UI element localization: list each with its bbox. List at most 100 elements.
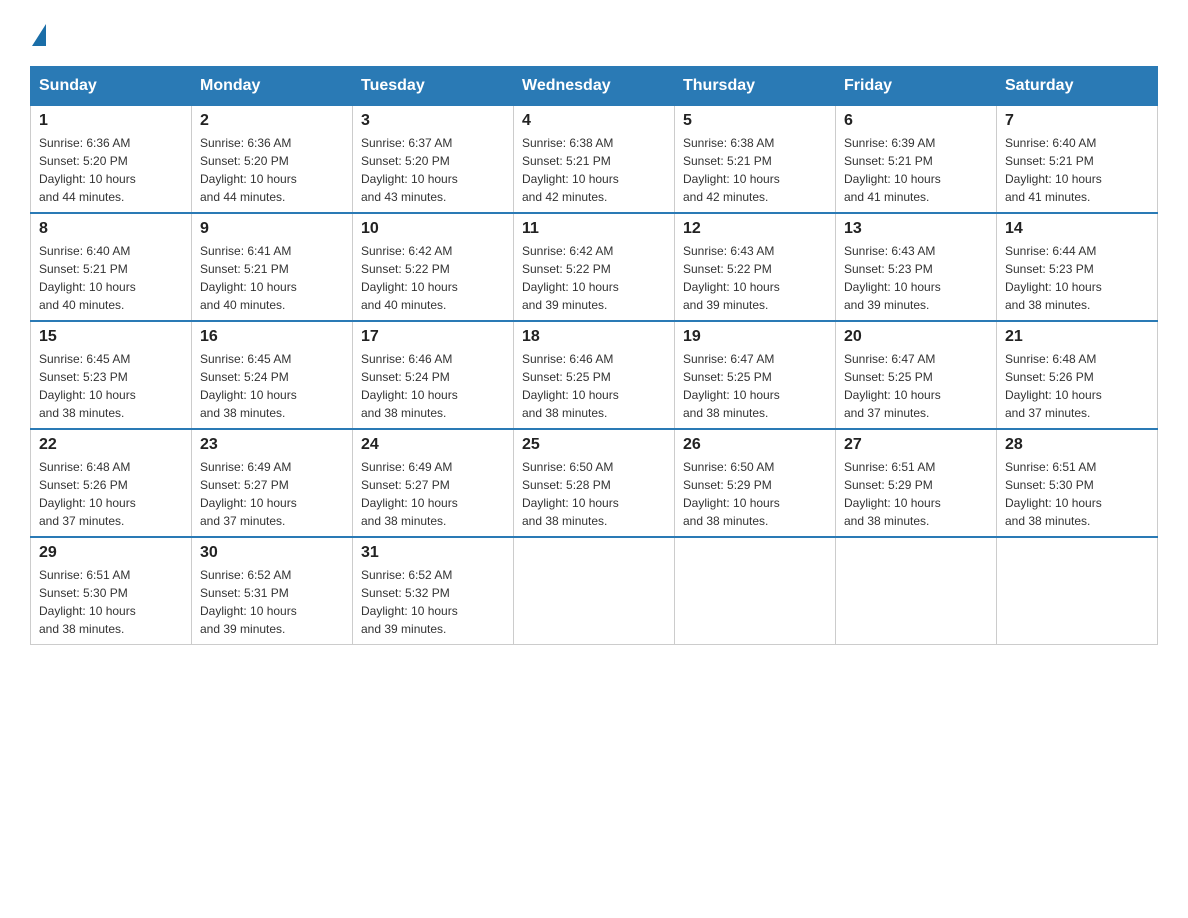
calendar-header-saturday: Saturday <box>997 67 1158 106</box>
calendar-cell <box>514 537 675 645</box>
calendar-cell: 23 Sunrise: 6:49 AM Sunset: 5:27 PM Dayl… <box>192 429 353 537</box>
calendar-cell: 10 Sunrise: 6:42 AM Sunset: 5:22 PM Dayl… <box>353 213 514 321</box>
day-number: 29 <box>39 544 183 562</box>
calendar-cell: 29 Sunrise: 6:51 AM Sunset: 5:30 PM Dayl… <box>31 537 192 645</box>
day-info: Sunrise: 6:41 AM Sunset: 5:21 PM Dayligh… <box>200 242 344 314</box>
calendar-cell: 28 Sunrise: 6:51 AM Sunset: 5:30 PM Dayl… <box>997 429 1158 537</box>
day-number: 15 <box>39 328 183 346</box>
calendar-week-row: 8 Sunrise: 6:40 AM Sunset: 5:21 PM Dayli… <box>31 213 1158 321</box>
calendar-cell <box>675 537 836 645</box>
calendar-cell: 2 Sunrise: 6:36 AM Sunset: 5:20 PM Dayli… <box>192 106 353 214</box>
calendar-cell: 7 Sunrise: 6:40 AM Sunset: 5:21 PM Dayli… <box>997 106 1158 214</box>
day-number: 23 <box>200 436 344 454</box>
day-info: Sunrise: 6:36 AM Sunset: 5:20 PM Dayligh… <box>39 134 183 206</box>
day-number: 4 <box>522 112 666 130</box>
day-number: 22 <box>39 436 183 454</box>
logo-triangle-icon <box>32 24 46 46</box>
calendar-cell: 12 Sunrise: 6:43 AM Sunset: 5:22 PM Dayl… <box>675 213 836 321</box>
calendar-cell: 8 Sunrise: 6:40 AM Sunset: 5:21 PM Dayli… <box>31 213 192 321</box>
day-number: 24 <box>361 436 505 454</box>
calendar-header-tuesday: Tuesday <box>353 67 514 106</box>
calendar-cell: 19 Sunrise: 6:47 AM Sunset: 5:25 PM Dayl… <box>675 321 836 429</box>
day-number: 13 <box>844 220 988 238</box>
day-info: Sunrise: 6:46 AM Sunset: 5:25 PM Dayligh… <box>522 350 666 422</box>
calendar-cell: 13 Sunrise: 6:43 AM Sunset: 5:23 PM Dayl… <box>836 213 997 321</box>
calendar-cell: 25 Sunrise: 6:50 AM Sunset: 5:28 PM Dayl… <box>514 429 675 537</box>
calendar-header-sunday: Sunday <box>31 67 192 106</box>
calendar-cell: 9 Sunrise: 6:41 AM Sunset: 5:21 PM Dayli… <box>192 213 353 321</box>
day-info: Sunrise: 6:52 AM Sunset: 5:31 PM Dayligh… <box>200 566 344 638</box>
calendar-cell: 31 Sunrise: 6:52 AM Sunset: 5:32 PM Dayl… <box>353 537 514 645</box>
calendar-cell: 1 Sunrise: 6:36 AM Sunset: 5:20 PM Dayli… <box>31 106 192 214</box>
day-number: 19 <box>683 328 827 346</box>
day-number: 12 <box>683 220 827 238</box>
day-info: Sunrise: 6:43 AM Sunset: 5:22 PM Dayligh… <box>683 242 827 314</box>
calendar-header-wednesday: Wednesday <box>514 67 675 106</box>
calendar-cell: 21 Sunrise: 6:48 AM Sunset: 5:26 PM Dayl… <box>997 321 1158 429</box>
calendar-cell: 20 Sunrise: 6:47 AM Sunset: 5:25 PM Dayl… <box>836 321 997 429</box>
day-number: 11 <box>522 220 666 238</box>
day-number: 16 <box>200 328 344 346</box>
calendar-week-row: 22 Sunrise: 6:48 AM Sunset: 5:26 PM Dayl… <box>31 429 1158 537</box>
day-info: Sunrise: 6:40 AM Sunset: 5:21 PM Dayligh… <box>39 242 183 314</box>
day-number: 20 <box>844 328 988 346</box>
calendar-cell: 16 Sunrise: 6:45 AM Sunset: 5:24 PM Dayl… <box>192 321 353 429</box>
day-info: Sunrise: 6:47 AM Sunset: 5:25 PM Dayligh… <box>683 350 827 422</box>
calendar-cell: 30 Sunrise: 6:52 AM Sunset: 5:31 PM Dayl… <box>192 537 353 645</box>
day-info: Sunrise: 6:51 AM Sunset: 5:30 PM Dayligh… <box>1005 458 1149 530</box>
day-number: 3 <box>361 112 505 130</box>
calendar-cell: 11 Sunrise: 6:42 AM Sunset: 5:22 PM Dayl… <box>514 213 675 321</box>
day-info: Sunrise: 6:40 AM Sunset: 5:21 PM Dayligh… <box>1005 134 1149 206</box>
day-number: 30 <box>200 544 344 562</box>
day-number: 27 <box>844 436 988 454</box>
day-info: Sunrise: 6:50 AM Sunset: 5:29 PM Dayligh… <box>683 458 827 530</box>
day-number: 7 <box>1005 112 1149 130</box>
day-info: Sunrise: 6:51 AM Sunset: 5:30 PM Dayligh… <box>39 566 183 638</box>
day-info: Sunrise: 6:37 AM Sunset: 5:20 PM Dayligh… <box>361 134 505 206</box>
calendar-cell: 15 Sunrise: 6:45 AM Sunset: 5:23 PM Dayl… <box>31 321 192 429</box>
day-info: Sunrise: 6:50 AM Sunset: 5:28 PM Dayligh… <box>522 458 666 530</box>
day-info: Sunrise: 6:36 AM Sunset: 5:20 PM Dayligh… <box>200 134 344 206</box>
calendar-cell: 17 Sunrise: 6:46 AM Sunset: 5:24 PM Dayl… <box>353 321 514 429</box>
day-number: 8 <box>39 220 183 238</box>
calendar-cell: 24 Sunrise: 6:49 AM Sunset: 5:27 PM Dayl… <box>353 429 514 537</box>
day-info: Sunrise: 6:46 AM Sunset: 5:24 PM Dayligh… <box>361 350 505 422</box>
calendar-cell: 14 Sunrise: 6:44 AM Sunset: 5:23 PM Dayl… <box>997 213 1158 321</box>
day-info: Sunrise: 6:48 AM Sunset: 5:26 PM Dayligh… <box>39 458 183 530</box>
day-info: Sunrise: 6:45 AM Sunset: 5:23 PM Dayligh… <box>39 350 183 422</box>
day-number: 25 <box>522 436 666 454</box>
day-info: Sunrise: 6:38 AM Sunset: 5:21 PM Dayligh… <box>522 134 666 206</box>
calendar-week-row: 1 Sunrise: 6:36 AM Sunset: 5:20 PM Dayli… <box>31 106 1158 214</box>
day-number: 1 <box>39 112 183 130</box>
calendar-cell: 18 Sunrise: 6:46 AM Sunset: 5:25 PM Dayl… <box>514 321 675 429</box>
calendar-week-row: 15 Sunrise: 6:45 AM Sunset: 5:23 PM Dayl… <box>31 321 1158 429</box>
day-number: 31 <box>361 544 505 562</box>
logo <box>30 20 46 46</box>
calendar-cell: 27 Sunrise: 6:51 AM Sunset: 5:29 PM Dayl… <box>836 429 997 537</box>
calendar-week-row: 29 Sunrise: 6:51 AM Sunset: 5:30 PM Dayl… <box>31 537 1158 645</box>
calendar-header-thursday: Thursday <box>675 67 836 106</box>
calendar-cell <box>836 537 997 645</box>
day-number: 10 <box>361 220 505 238</box>
calendar-cell: 3 Sunrise: 6:37 AM Sunset: 5:20 PM Dayli… <box>353 106 514 214</box>
calendar-cell: 4 Sunrise: 6:38 AM Sunset: 5:21 PM Dayli… <box>514 106 675 214</box>
calendar-cell: 26 Sunrise: 6:50 AM Sunset: 5:29 PM Dayl… <box>675 429 836 537</box>
calendar-cell: 5 Sunrise: 6:38 AM Sunset: 5:21 PM Dayli… <box>675 106 836 214</box>
day-number: 6 <box>844 112 988 130</box>
day-number: 17 <box>361 328 505 346</box>
day-info: Sunrise: 6:45 AM Sunset: 5:24 PM Dayligh… <box>200 350 344 422</box>
page-header <box>30 20 1158 46</box>
day-info: Sunrise: 6:43 AM Sunset: 5:23 PM Dayligh… <box>844 242 988 314</box>
day-info: Sunrise: 6:49 AM Sunset: 5:27 PM Dayligh… <box>361 458 505 530</box>
day-number: 14 <box>1005 220 1149 238</box>
calendar-table: SundayMondayTuesdayWednesdayThursdayFrid… <box>30 66 1158 645</box>
day-number: 18 <box>522 328 666 346</box>
day-number: 21 <box>1005 328 1149 346</box>
day-number: 9 <box>200 220 344 238</box>
day-number: 2 <box>200 112 344 130</box>
calendar-header-monday: Monday <box>192 67 353 106</box>
calendar-header-friday: Friday <box>836 67 997 106</box>
day-info: Sunrise: 6:47 AM Sunset: 5:25 PM Dayligh… <box>844 350 988 422</box>
day-number: 26 <box>683 436 827 454</box>
day-info: Sunrise: 6:48 AM Sunset: 5:26 PM Dayligh… <box>1005 350 1149 422</box>
